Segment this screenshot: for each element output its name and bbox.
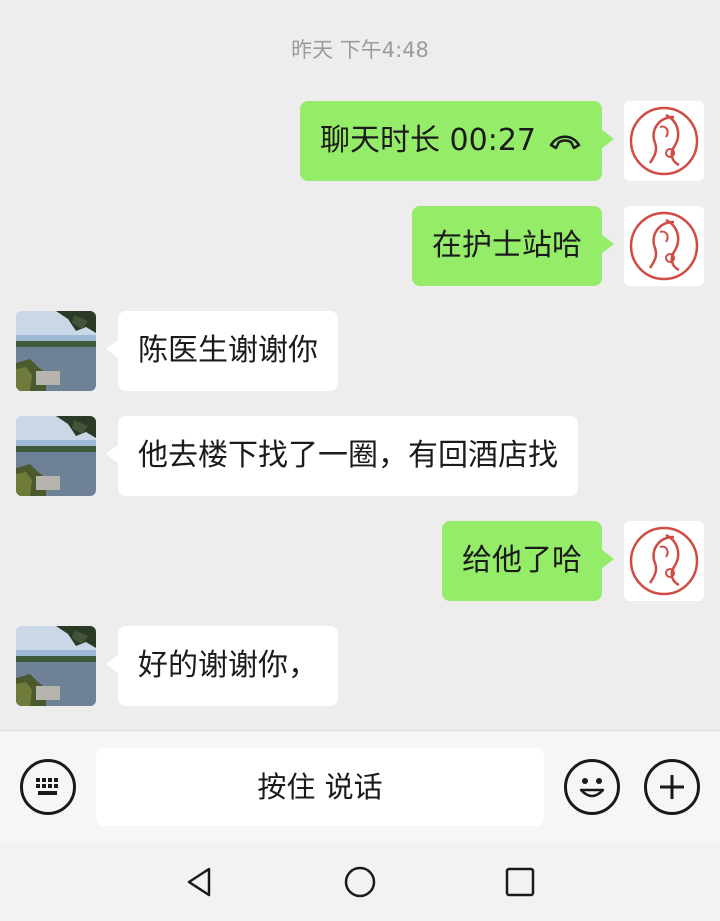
message-bubble[interactable]: 给他了哈 [442, 521, 614, 601]
my-avatar[interactable] [624, 101, 704, 181]
my-avatar[interactable] [624, 521, 704, 601]
message-bubble[interactable]: 聊天时长 00:27 [300, 101, 614, 182]
back-icon[interactable] [181, 864, 217, 904]
message-text: 聊天时长 00:27 [320, 123, 536, 158]
peer-avatar[interactable] [16, 626, 96, 706]
hold-to-talk-button[interactable]: 按住 说话 [96, 748, 544, 826]
emoji-icon[interactable] [564, 759, 620, 815]
my-avatar[interactable] [624, 206, 704, 286]
message-row: 聊天时长 00:27 [0, 101, 720, 183]
message-bubble[interactable]: 好的谢谢你， [106, 626, 338, 706]
peer-avatar[interactable] [16, 416, 96, 496]
recents-icon[interactable] [502, 864, 538, 904]
plus-icon[interactable] [644, 759, 700, 815]
peer-avatar[interactable] [16, 311, 96, 391]
input-bar: 按住 说话 [0, 730, 720, 843]
message-row: 陈医生谢谢你 [0, 311, 720, 393]
message-row: 在护士站哈 [0, 206, 720, 288]
chat-timestamp: 昨天 下午4:48 [291, 38, 429, 62]
navigation-bar [0, 842, 720, 921]
message-text: 给他了哈 [462, 543, 582, 578]
message-row: 好的谢谢你， [0, 626, 720, 708]
message-text: 他去楼下找了一圈，有回酒店找 [138, 438, 558, 473]
message-bubble[interactable]: 他去楼下找了一圈，有回酒店找 [106, 416, 578, 496]
message-bubble[interactable]: 在护士站哈 [412, 206, 614, 286]
message-row: 给他了哈 [0, 521, 720, 603]
message-text: 在护士站哈 [432, 228, 582, 263]
phone-hangup-icon [548, 102, 582, 182]
keyboard-icon[interactable] [20, 759, 76, 815]
home-icon[interactable] [342, 864, 378, 904]
message-bubble[interactable]: 陈医生谢谢你 [106, 311, 338, 391]
message-text: 陈医生谢谢你 [138, 333, 318, 368]
message-row: 他去楼下找了一圈，有回酒店找 [0, 416, 720, 498]
message-text: 好的谢谢你， [138, 648, 318, 683]
